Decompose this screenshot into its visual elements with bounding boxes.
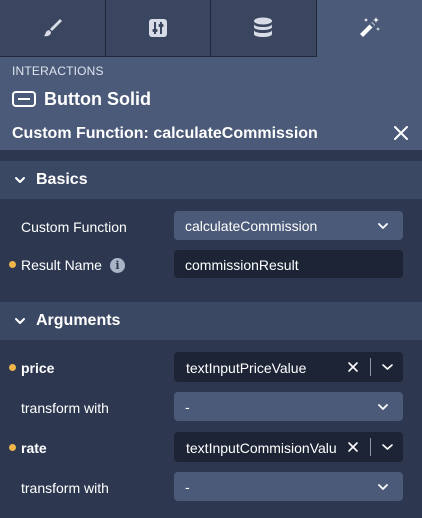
tab-interactions[interactable]	[316, 0, 422, 57]
section-label: INTERACTIONS	[12, 64, 104, 78]
tab-properties[interactable]	[105, 0, 211, 57]
result-name-row: Result Name i commissionResult	[0, 249, 422, 279]
result-name-label: Result Name	[21, 257, 102, 273]
transform-label-rate: transform with	[21, 480, 109, 496]
clear-icon[interactable]	[347, 441, 359, 453]
argument-row-rate: rate textInputCommisionValue	[0, 432, 422, 462]
argument-row-price: price textInputPriceValue	[0, 352, 422, 382]
tab-data[interactable]	[211, 0, 317, 57]
result-name-label-wrap: Result Name i	[21, 257, 125, 273]
transform-select-rate[interactable]: -	[174, 472, 403, 501]
result-name-input[interactable]: commissionResult	[174, 250, 403, 278]
component-heading: Button Solid	[12, 87, 151, 111]
transform-select-price[interactable]: -	[174, 392, 403, 421]
combo-divider	[370, 358, 371, 376]
basics-group-header[interactable]: Basics	[0, 161, 422, 199]
arguments-group-title: Arguments	[36, 312, 121, 329]
transform-label-price: transform with	[21, 400, 109, 416]
paintbrush-icon	[44, 19, 63, 37]
combo-divider	[370, 438, 371, 456]
custom-function-row: Custom Function calculateCommission	[0, 211, 422, 241]
basics-group-title: Basics	[36, 171, 88, 188]
required-dot	[9, 444, 16, 451]
transform-value-rate: -	[185, 479, 190, 495]
magic-wand-icon	[360, 17, 381, 37]
function-title: Custom Function: calculateCommission	[12, 125, 318, 142]
argument-label-rate: rate	[21, 440, 47, 456]
button-icon	[12, 91, 36, 107]
close-icon[interactable]	[392, 124, 410, 142]
clear-icon[interactable]	[347, 361, 359, 373]
argument-value-rate: textInputCommisionValue	[186, 440, 336, 456]
argument-value-rate-select[interactable]: textInputCommisionValue	[174, 432, 403, 462]
required-dot	[9, 261, 16, 268]
info-icon[interactable]: i	[109, 257, 125, 273]
custom-function-label: Custom Function	[21, 219, 127, 235]
custom-function-select[interactable]: calculateCommission	[174, 211, 403, 240]
chevron-down-icon	[378, 484, 388, 490]
chevron-down-icon	[15, 177, 25, 183]
chevron-down-icon	[378, 223, 388, 229]
argument-value-price-select[interactable]: textInputPriceValue	[174, 352, 403, 382]
component-title: Button Solid	[44, 88, 151, 109]
required-dot	[9, 364, 16, 371]
argument-value-price: textInputPriceValue	[186, 360, 307, 376]
custom-function-value: calculateCommission	[185, 218, 318, 234]
chevron-down-icon[interactable]	[381, 363, 394, 371]
arguments-group-header[interactable]: Arguments	[0, 302, 422, 340]
result-name-value: commissionResult	[185, 257, 299, 273]
transform-row-price: transform with -	[0, 392, 422, 422]
argument-label-price: price	[21, 360, 55, 376]
sliders-icon	[148, 19, 167, 37]
database-icon	[254, 17, 273, 37]
transform-row-rate: transform with -	[0, 472, 422, 502]
chevron-down-icon	[378, 404, 388, 410]
transform-value-price: -	[185, 399, 190, 415]
chevron-down-icon[interactable]	[381, 443, 394, 451]
tab-style[interactable]	[0, 0, 106, 57]
chevron-down-icon	[15, 318, 25, 324]
panel-tabs	[0, 0, 422, 57]
